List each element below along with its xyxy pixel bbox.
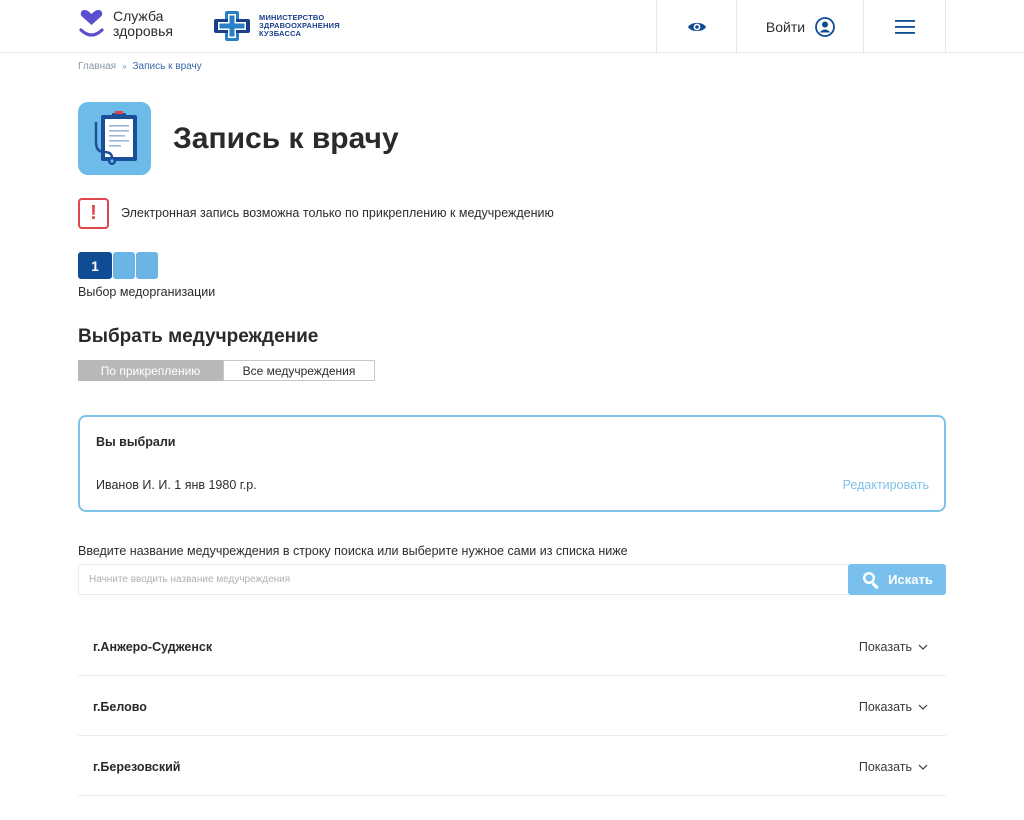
city-row[interactable]: г.Анжеро-Судженск Показать	[78, 616, 946, 676]
city-row[interactable]: г.Белово Показать	[78, 676, 946, 736]
city-name: г.Белово	[93, 700, 147, 714]
facility-filter-toggle: По прикреплению Все медучреждения	[78, 360, 375, 381]
search-icon	[863, 571, 879, 589]
logo-line-2: здоровья	[113, 23, 173, 39]
heart-logo-icon	[79, 10, 104, 37]
login-label: Войти	[765, 18, 806, 35]
notice-text: Электронная запись возможна только по пр…	[121, 206, 554, 220]
ministry-logo[interactable]: МИНИСТЕРСТВО ЗДРАВООХРАНЕНИЯ КУЗБАССА	[211, 10, 340, 42]
search-hint: Введите название медучреждения в строку …	[78, 544, 628, 558]
user-icon	[815, 16, 835, 37]
breadcrumb-current: Запись к врачу	[132, 61, 202, 72]
site-header: Служба здоровья МИНИСТЕРСТВО ЗДРАВООХРАН…	[0, 0, 1024, 53]
login-button[interactable]: Войти	[736, 0, 864, 53]
show-label: Показать	[858, 640, 912, 654]
patient-info: Иванов И. И. 1 янв 1980 г.р.	[96, 478, 257, 492]
alert-icon: !	[78, 198, 109, 229]
ministry-logo-text: МИНИСТЕРСТВО ЗДРАВООХРАНЕНИЯ КУЗБАССА	[259, 14, 340, 38]
card-title: Вы выбрали	[96, 435, 176, 449]
breadcrumb-home[interactable]: Главная	[78, 61, 116, 72]
city-row[interactable]: г.Березовский Показать	[78, 736, 946, 796]
show-toggle[interactable]: Показать	[859, 700, 928, 714]
toggle-all-facilities[interactable]: Все медучреждения	[223, 360, 375, 381]
edit-link[interactable]: Редактировать	[843, 478, 929, 492]
show-toggle[interactable]: Показать	[859, 760, 928, 774]
step-label: Выбор медорганизации	[78, 285, 216, 299]
city-name: г.Березовский	[93, 760, 181, 774]
city-list: г.Анжеро-Судженск Показать г.Белово Пока…	[78, 616, 946, 796]
clipboard-stethoscope-icon	[78, 102, 151, 175]
breadcrumb-separator: »	[122, 62, 127, 71]
search-button-label: Искать	[888, 572, 933, 587]
search-button[interactable]: Искать	[848, 564, 946, 595]
step-1: 1	[78, 252, 112, 279]
chevron-down-icon	[918, 764, 928, 770]
show-toggle[interactable]: Показать	[859, 640, 928, 654]
medical-cross-logo-icon	[214, 11, 250, 41]
health-service-logo[interactable]: Служба здоровья	[78, 9, 173, 39]
toggle-by-attachment[interactable]: По прикреплению	[78, 360, 223, 381]
section-title: Выбрать медучреждение	[78, 326, 319, 347]
eye-icon	[688, 22, 706, 31]
show-label: Показать	[858, 700, 912, 714]
city-name: г.Анжеро-Судженск	[93, 640, 213, 654]
step-3	[136, 252, 158, 279]
step-2	[113, 252, 135, 279]
logo-line-1: Служба	[113, 8, 164, 24]
chevron-down-icon	[918, 644, 928, 650]
step-indicator: 1	[78, 252, 158, 279]
menu-icon	[894, 19, 915, 34]
ministry-line-3: КУЗБАССА	[259, 29, 302, 38]
accessibility-button[interactable]	[656, 0, 737, 53]
chevron-down-icon	[918, 704, 928, 710]
show-label: Показать	[858, 760, 912, 774]
breadcrumb: Главная » Запись к врачу	[78, 61, 202, 72]
health-service-logo-text: Служба здоровья	[113, 9, 173, 39]
selected-patient-card: Вы выбрали Иванов И. И. 1 янв 1980 г.р. …	[78, 415, 946, 512]
menu-button[interactable]	[863, 0, 946, 53]
search-input[interactable]	[78, 564, 848, 595]
page-title: Запись к врачу	[173, 122, 399, 155]
